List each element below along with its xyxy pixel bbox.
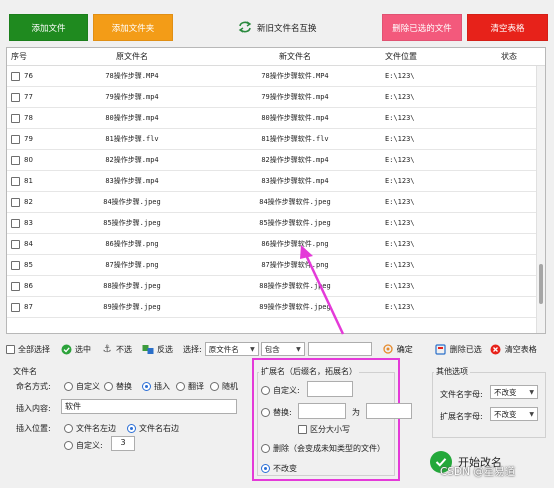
insert-position-label: 插入位置:	[16, 424, 51, 433]
select-all-label: 全部选择	[18, 344, 50, 354]
mode-replace-label: 替换	[116, 382, 132, 391]
mode-option-insert[interactable]: 插入	[142, 381, 170, 392]
radio-translate[interactable]	[176, 382, 185, 391]
ext-option-custom[interactable]: 自定义:	[261, 385, 300, 396]
filename-group-title: 文件名	[13, 367, 37, 376]
radio-left[interactable]	[64, 424, 73, 433]
chevron-down-icon: ▼	[529, 388, 534, 396]
mode-option-replace[interactable]: 替换	[104, 381, 132, 392]
ext-custom-label: 自定义:	[273, 386, 300, 395]
match-select-value: 包含	[264, 344, 280, 354]
chevron-down-icon: ▼	[250, 345, 255, 353]
mode-random-label: 随机	[222, 382, 238, 391]
radio-ext-custom[interactable]	[261, 386, 270, 395]
radio-ext-keep[interactable]	[261, 464, 270, 473]
choose-label: 选择:	[183, 344, 202, 355]
radio-custom[interactable]	[64, 382, 73, 391]
case-sensitive-checkbox[interactable]: 区分大小写	[298, 424, 350, 435]
position-option-custom[interactable]: 自定义:	[64, 440, 103, 451]
match-select[interactable]: 包含 ▼	[260, 342, 305, 356]
radio-right[interactable]	[127, 424, 136, 433]
mode-option-translate[interactable]: 翻译	[176, 381, 204, 392]
watermark: CSDN @星易道	[440, 466, 516, 478]
match-text-input[interactable]	[307, 342, 372, 356]
check-circle-icon	[60, 343, 72, 355]
confirm-icon	[382, 343, 394, 355]
ext-option-delete[interactable]: 删除（会变成未知类型的文件）	[261, 443, 385, 454]
mode-translate-label: 翻译	[188, 382, 204, 391]
ext-custom-input[interactable]	[307, 381, 353, 397]
delete-selected-small-button[interactable]: 删除已选	[435, 343, 482, 355]
insert-content-label: 插入内容:	[16, 404, 51, 413]
chevron-down-icon: ▼	[296, 345, 301, 353]
unselect-button[interactable]: ⚓ 不选	[101, 343, 132, 355]
confirm-label: 确定	[396, 344, 413, 354]
delete-icon	[435, 343, 447, 355]
custom-position-input[interactable]: 3	[111, 436, 135, 451]
radio-ext-delete[interactable]	[261, 444, 270, 453]
filename-case-value: 不改变	[494, 387, 517, 397]
other-options-title: 其他选项	[434, 366, 470, 377]
select-button[interactable]: 选中	[60, 343, 91, 355]
ext-keep-label: 不改变	[273, 464, 297, 473]
mode-custom-label: 自定义	[76, 382, 100, 391]
ext-case-label: 扩展名字母:	[440, 412, 483, 421]
ext-case-select[interactable]: 不改变 ▼	[490, 407, 538, 421]
mode-option-random[interactable]: 随机	[210, 381, 238, 392]
position-right-label: 文件名右边	[139, 424, 179, 433]
choose-text: 选择:	[183, 344, 202, 354]
radio-replace[interactable]	[104, 382, 113, 391]
select-all-checkbox[interactable]: 全部选择	[6, 344, 50, 355]
case-sensitive-label: 区分大小写	[310, 425, 350, 434]
delete-selected-label: 删除已选	[449, 344, 482, 354]
filename-case-select[interactable]: 不改变 ▼	[490, 385, 538, 399]
position-option-right[interactable]: 文件名右边	[127, 423, 179, 434]
radio-position-custom[interactable]	[64, 441, 73, 450]
selection-toolbar: 全部选择 选中 ⚓ 不选 反选 选择: 原文件名 ▼ 包含 ▼ 确定 删除已选 …	[6, 339, 546, 359]
clear-table-label: 清空表格	[504, 344, 537, 354]
unselect-label: 不选	[116, 344, 132, 354]
extension-group-title: 扩展名（后缀名，拓展名）	[259, 366, 359, 377]
ext-delete-label: 删除（会变成未知类型的文件）	[273, 444, 385, 453]
filename-case-label: 文件名字母:	[440, 390, 483, 399]
mode-option-custom[interactable]: 自定义	[64, 381, 100, 392]
ext-replace-from-input[interactable]	[298, 403, 346, 419]
anchor-icon: ⚓	[102, 343, 112, 355]
invert-label: 反选	[157, 344, 173, 354]
chevron-down-icon: ▼	[529, 410, 534, 418]
other-options-group	[432, 372, 546, 438]
ext-option-replace[interactable]: 替换:	[261, 407, 292, 418]
invert-button[interactable]: 反选	[142, 343, 173, 355]
ext-replace-label: 替换:	[273, 408, 292, 417]
select-label: 选中	[75, 344, 91, 354]
ext-replace-to-input[interactable]	[366, 403, 412, 419]
mode-insert-label: 插入	[154, 382, 170, 391]
field-select[interactable]: 原文件名 ▼	[204, 342, 259, 356]
naming-mode-label: 命名方式:	[16, 382, 51, 391]
confirm-button[interactable]: 确定	[382, 343, 413, 355]
ext-option-keep[interactable]: 不改变	[261, 463, 297, 474]
case-sensitive-box[interactable]	[298, 425, 307, 434]
invert-icon	[142, 343, 154, 355]
radio-ext-replace[interactable]	[261, 408, 270, 417]
position-custom-label: 自定义:	[76, 441, 103, 450]
clear-table-small-button[interactable]: 清空表格	[490, 343, 537, 355]
ext-to-label: 为	[352, 408, 360, 417]
field-select-value: 原文件名	[208, 344, 239, 354]
clear-icon	[490, 343, 502, 355]
position-option-left[interactable]: 文件名左边	[64, 423, 116, 434]
insert-content-input[interactable]: 软件	[61, 399, 237, 414]
radio-random[interactable]	[210, 382, 219, 391]
ext-case-value: 不改变	[494, 409, 517, 419]
position-left-label: 文件名左边	[76, 424, 116, 433]
select-all-box[interactable]	[6, 344, 15, 354]
radio-insert[interactable]	[142, 382, 151, 391]
